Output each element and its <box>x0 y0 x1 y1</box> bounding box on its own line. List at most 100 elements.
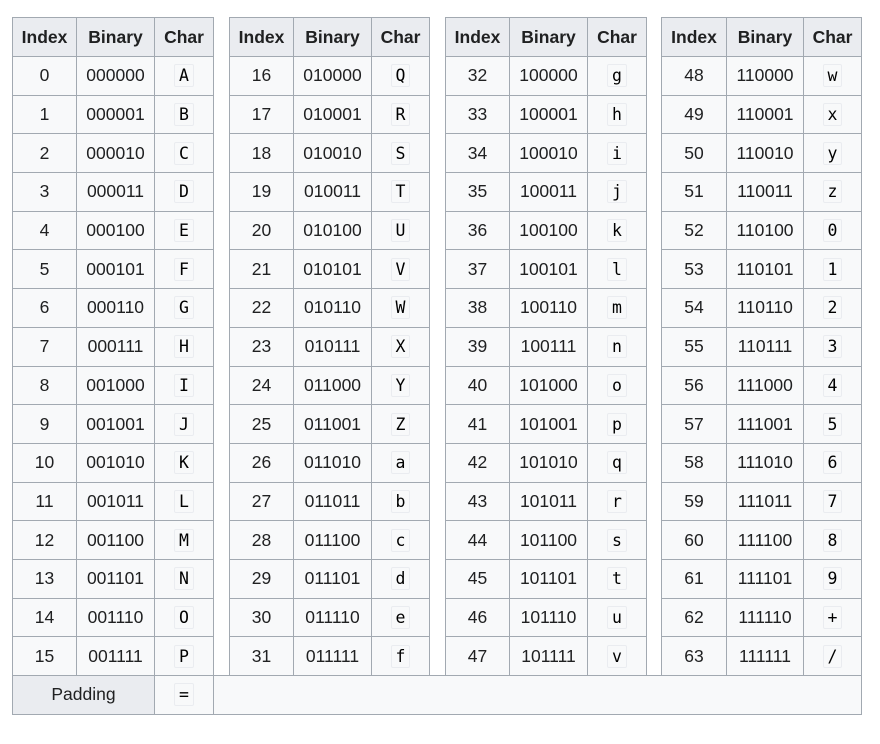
char-cell: 8 <box>803 520 862 560</box>
index-cell: 46 <box>445 597 510 638</box>
column-gap <box>213 366 230 405</box>
binary-cell: 011001 <box>293 404 372 444</box>
char-cell: X <box>371 326 430 367</box>
table-row: 8 001000 I 24 011000 Y 40 101000 o 56 111000 4 <box>12 365 862 406</box>
column-gap <box>429 17 446 57</box>
binary-cell: 001100 <box>76 520 155 560</box>
char-code: c <box>390 528 411 552</box>
char-cell: 0 <box>803 210 862 251</box>
index-cell: 37 <box>445 249 510 290</box>
char-code: 3 <box>822 335 843 359</box>
binary-cell: 010111 <box>293 326 372 367</box>
index-cell: 20 <box>229 210 294 251</box>
binary-header: Binary <box>726 17 804 57</box>
column-gap <box>213 636 230 676</box>
column-gap <box>213 559 230 599</box>
binary-cell: 101000 <box>509 365 588 406</box>
binary-cell: 100000 <box>509 56 588 96</box>
binary-cell: 000010 <box>76 133 155 174</box>
table-row: 13 001101 N 29 011101 d 45 101101 t 61 111101 9 <box>12 558 862 599</box>
binary-cell: 000011 <box>76 172 155 212</box>
index-cell: 3 <box>12 172 77 212</box>
char-code: v <box>607 644 627 668</box>
char-cell: H <box>154 326 214 367</box>
index-cell: 55 <box>661 326 727 367</box>
binary-cell: 001001 <box>76 404 155 444</box>
char-cell: M <box>154 520 214 560</box>
char-cell: R <box>371 94 430 135</box>
binary-cell: 110011 <box>726 172 804 212</box>
column-gap <box>213 288 230 328</box>
char-cell: + <box>803 597 862 638</box>
binary-cell: 111010 <box>726 442 804 483</box>
padding-label: Padding <box>12 675 155 715</box>
char-header: Char <box>154 17 214 57</box>
binary-cell: 000000 <box>76 56 155 96</box>
char-code: n <box>607 335 627 359</box>
binary-cell: 011110 <box>293 597 372 638</box>
binary-cell: 100110 <box>509 288 588 328</box>
column-gap <box>646 249 662 289</box>
binary-cell: 101101 <box>509 558 588 599</box>
binary-cell: 001011 <box>76 481 155 522</box>
column-gap <box>429 327 446 366</box>
char-code: 2 <box>822 296 843 320</box>
char-code: z <box>822 180 843 204</box>
char-code: g <box>607 64 627 88</box>
char-cell: 5 <box>803 404 862 444</box>
char-cell: h <box>587 94 647 135</box>
column-gap <box>646 366 662 405</box>
char-cell: P <box>154 636 214 676</box>
table-row: 7 000111 H 23 010111 X 39 100111 n 55 110111 3 <box>12 326 862 367</box>
char-code: X <box>390 335 411 359</box>
index-cell: 21 <box>229 249 294 290</box>
index-cell: 54 <box>661 288 727 328</box>
index-cell: 38 <box>445 288 510 328</box>
table-row: 11 001011 L 27 011011 b 43 101011 r 59 111011 7 <box>12 481 862 522</box>
char-cell: j <box>587 172 647 212</box>
char-cell: u <box>587 597 647 638</box>
char-cell: 2 <box>803 288 862 328</box>
char-cell: e <box>371 597 430 638</box>
char-cell: 6 <box>803 442 862 483</box>
index-cell: 5 <box>12 249 77 290</box>
char-code: j <box>607 180 627 204</box>
char-code: L <box>174 489 194 513</box>
binary-cell: 101001 <box>509 404 588 444</box>
binary-cell: 010110 <box>293 288 372 328</box>
char-cell: S <box>371 133 430 174</box>
index-cell: 8 <box>12 365 77 406</box>
char-cell: f <box>371 636 430 676</box>
index-cell: 52 <box>661 210 727 251</box>
char-header: Char <box>803 17 862 57</box>
binary-cell: 101111 <box>509 636 588 676</box>
index-cell: 11 <box>12 481 77 522</box>
char-cell: s <box>587 520 647 560</box>
char-code: w <box>822 64 843 88</box>
table-row: 5 000101 F 21 010101 V 37 100101 l 53 110101 1 <box>12 249 862 290</box>
index-cell: 56 <box>661 365 727 406</box>
index-cell: 24 <box>229 365 294 406</box>
index-cell: 58 <box>661 442 727 483</box>
index-cell: 14 <box>12 597 77 638</box>
binary-cell: 110010 <box>726 133 804 174</box>
binary-header: Binary <box>293 17 372 57</box>
column-gap <box>646 404 662 444</box>
column-gap <box>646 133 662 173</box>
column-gap <box>213 443 230 483</box>
column-gap <box>429 482 446 521</box>
index-cell: 27 <box>229 481 294 522</box>
binary-cell: 100101 <box>509 249 588 290</box>
char-code: F <box>174 257 194 281</box>
char-cell: t <box>587 558 647 599</box>
index-cell: 32 <box>445 56 510 96</box>
char-code: C <box>174 141 194 165</box>
index-cell: 62 <box>661 597 727 638</box>
table-row: 15 001111 P 31 011111 f 47 101111 v 63 111111 / <box>12 636 862 676</box>
table-row: 9 001001 J 25 011001 Z 41 101001 p 57 111001 5 <box>12 404 862 444</box>
column-gap <box>429 366 446 405</box>
char-cell: N <box>154 558 214 599</box>
column-gap <box>646 520 662 560</box>
column-gap <box>213 133 230 173</box>
char-code: / <box>822 644 843 668</box>
